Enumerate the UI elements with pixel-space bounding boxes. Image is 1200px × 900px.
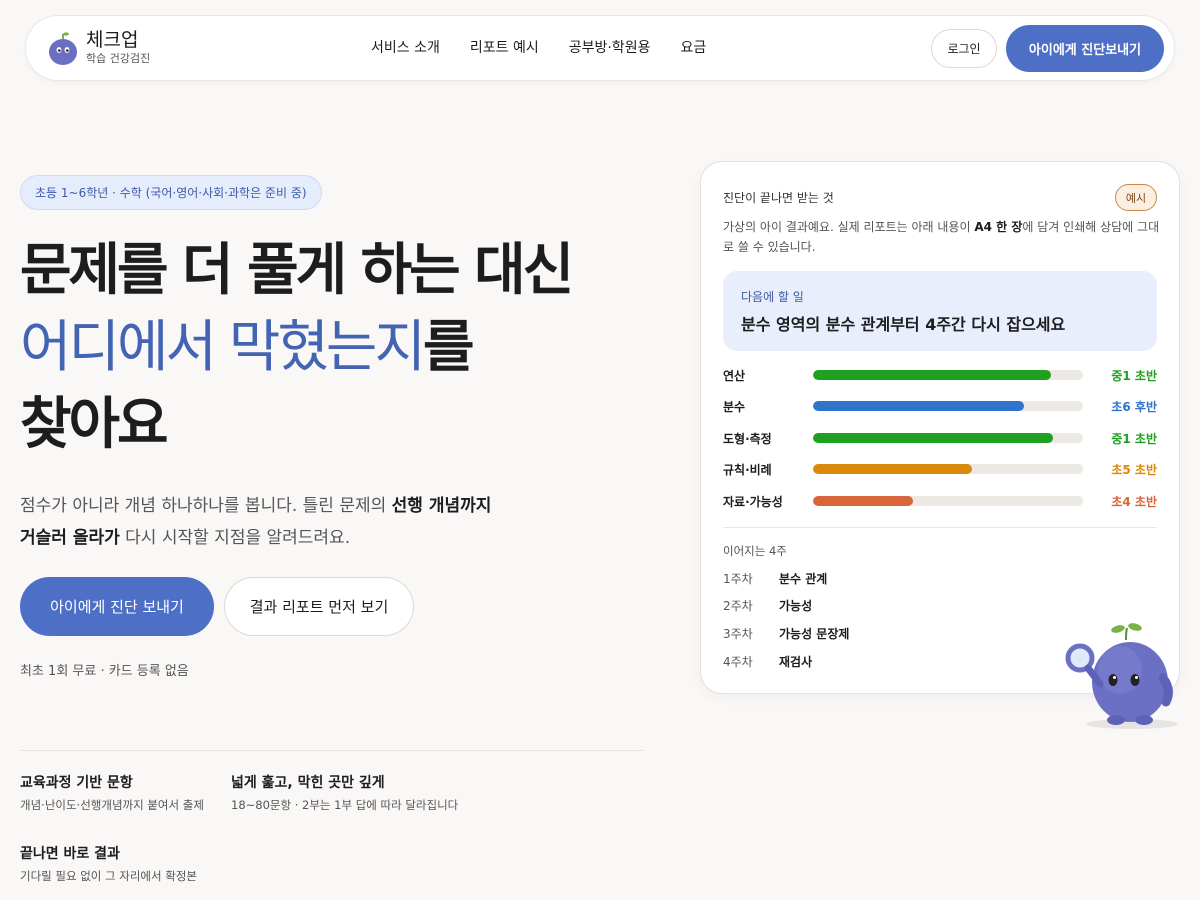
skill-level: 초5 초반 — [1111, 463, 1157, 477]
week-number: 2주차 — [723, 599, 753, 613]
report-card-heading: 진단이 끝나면 받는 것 — [723, 191, 834, 205]
skill-bar-fill — [813, 496, 913, 506]
feature-desc-instant-result: 기다릴 필요 없이 그 자리에서 확정본 — [20, 869, 197, 883]
next-action-label: 다음에 할 일 — [741, 290, 804, 304]
hero-subtitle-bold2: 거슬러 올라가 — [20, 528, 120, 548]
hero-title-line2-rest: 를 — [422, 315, 475, 380]
example-badge: 예시 — [1115, 184, 1157, 211]
skill-bar-track — [813, 496, 1083, 506]
nav-send-diagnosis-button[interactable]: 아이에게 진단보내기 — [1006, 25, 1164, 72]
hero-title-highlight: 어디에서 막혔는지 — [20, 315, 426, 380]
skill-row-arithmetic: 연산 중1 초반 — [723, 365, 1157, 385]
features-divider — [20, 750, 644, 751]
report-card-description: 가상의 아이 결과예요. 실제 리포트는 아래 내용이 A4 한 장에 담겨 인… — [723, 217, 1163, 257]
week-number: 4주차 — [723, 655, 753, 669]
skill-name: 자료·가능성 — [723, 495, 783, 509]
hero-subtitle-part1: 점수가 아니라 개념 하나하나를 봅니다. 틀린 문제의 — [20, 496, 392, 516]
menu-item-service-intro[interactable]: 서비스 소개 — [371, 38, 440, 58]
next-action-text: 분수 영역의 분수 관계부터 4주간 다시 잡으세요 — [741, 315, 1066, 334]
skill-row-patterns: 규칙·비례 초5 초반 — [723, 459, 1157, 479]
hero-title-line3: 찾아요 — [20, 392, 169, 457]
skill-level: 중1 초반 — [1111, 432, 1157, 446]
week-task: 재검사 — [779, 655, 813, 669]
card-divider — [723, 527, 1157, 528]
menu-item-pricing[interactable]: 요금 — [680, 38, 706, 58]
skill-bar-track — [813, 464, 1083, 474]
skill-row-data-probability: 자료·가능성 초4 초반 — [723, 491, 1157, 511]
skill-level: 초6 후반 — [1111, 400, 1157, 414]
feature-title-adaptive: 넓게 훑고, 막힌 곳만 깊게 — [231, 775, 385, 791]
grade-subject-pill: 초등 1~6학년 · 수학 (국어·영어·사회·과학은 준비 중) — [20, 175, 322, 210]
week-number: 1주차 — [723, 572, 753, 586]
hero-subtitle-bold1: 선행 개념까지 — [391, 496, 492, 516]
skill-bar-fill — [813, 401, 1024, 411]
skill-bar-fill — [813, 370, 1051, 380]
skill-level: 중1 초반 — [1111, 369, 1157, 383]
hero-title-line2: 어디에서 막혔는지를 — [20, 313, 475, 383]
free-trial-note: 최초 1회 무료 · 카드 등록 없음 — [20, 664, 189, 679]
top-navigation: 체크업 학습 건강검진 서비스 소개 리포트 예시 공부방·학원용 요금 로그인… — [25, 15, 1175, 81]
week-task: 분수 관계 — [779, 572, 828, 586]
week-number: 3주차 — [723, 627, 753, 641]
skill-name: 분수 — [723, 400, 746, 414]
brand-name: 체크업 — [86, 29, 139, 51]
login-button[interactable]: 로그인 — [931, 29, 997, 68]
skill-bar-track — [813, 401, 1083, 411]
skill-name: 도형·측정 — [723, 432, 772, 446]
hero-title-line1: 문제를 더 풀게 하는 대신 — [20, 238, 574, 303]
skill-bar-track — [813, 370, 1083, 380]
mascot-with-magnifier-icon — [1065, 623, 1178, 729]
main-menu: 서비스 소개 리포트 예시 공부방·학원용 요금 — [371, 38, 706, 58]
weeks-plan-label: 이어지는 4주 — [723, 544, 787, 558]
skill-bar-track — [813, 433, 1083, 443]
menu-item-report-example[interactable]: 리포트 예시 — [470, 38, 539, 58]
hero-subtitle: 점수가 아니라 개념 하나하나를 봅니다. 틀린 문제의 선행 개념까지거슬러 … — [20, 490, 540, 554]
report-desc-part1: 가상의 아이 결과예요. 실제 리포트는 아래 내용이 — [723, 220, 975, 234]
week-task: 가능성 — [779, 599, 813, 613]
feature-desc-adaptive: 18~80문항 · 2부는 1부 답에 따라 달라집니다 — [231, 798, 459, 812]
send-diagnosis-button[interactable]: 아이에게 진단 보내기 — [20, 577, 214, 636]
skill-row-geometry: 도형·측정 중1 초반 — [723, 428, 1157, 448]
report-desc-bold: A4 한 장 — [974, 220, 1023, 234]
week-task: 가능성 문장제 — [779, 627, 850, 641]
brand[interactable]: 체크업 학습 건강검진 — [86, 28, 150, 66]
view-report-button[interactable]: 결과 리포트 먼저 보기 — [224, 577, 414, 636]
feature-title-instant-result: 끝나면 바로 결과 — [20, 846, 120, 862]
skill-bar-fill — [813, 464, 973, 474]
skill-name: 연산 — [723, 369, 746, 383]
brand-tagline: 학습 건강검진 — [86, 52, 151, 65]
sample-report-card: 진단이 끝나면 받는 것 예시 가상의 아이 결과예요. 실제 리포트는 아래 … — [700, 161, 1180, 694]
skill-row-fractions: 분수 초6 후반 — [723, 396, 1157, 416]
skill-level: 초4 초반 — [1111, 495, 1157, 509]
mascot-logo-icon[interactable] — [46, 30, 80, 66]
hero-subtitle-part2: 다시 시작할 지점을 알려드려요. — [119, 528, 351, 548]
skill-name: 규칙·비례 — [723, 463, 772, 477]
skill-bar-fill — [813, 433, 1054, 443]
next-action-box: 다음에 할 일 분수 영역의 분수 관계부터 4주간 다시 잡으세요 — [723, 271, 1157, 351]
feature-desc-curriculum: 개념·난이도·선행개념까지 붙여서 출제 — [20, 798, 204, 812]
feature-title-curriculum: 교육과정 기반 문항 — [20, 775, 133, 791]
menu-item-academy[interactable]: 공부방·학원용 — [569, 38, 651, 58]
